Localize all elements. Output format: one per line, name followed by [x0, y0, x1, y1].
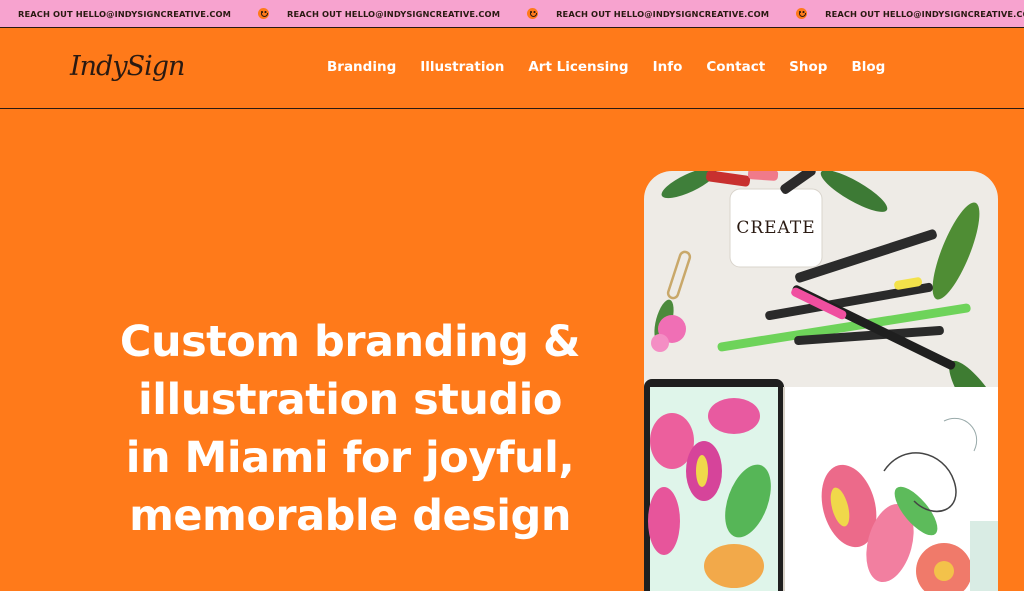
nav-contact[interactable]: Contact [706, 59, 765, 75]
ticker-item: REACH OUT HELLO@INDYSIGNCREATIVE.COM [269, 8, 539, 19]
site-header: IndySign Branding Illustration Art Licen… [0, 28, 1024, 109]
nav-branding[interactable]: Branding [327, 59, 396, 75]
ticker-item: REACH OUT HELLO@INDYSIGNCREATIVE.COM [807, 9, 1024, 19]
main-nav: Branding Illustration Art Licensing Info… [327, 59, 909, 75]
smiley-icon [258, 8, 270, 19]
smiley-icon [796, 8, 808, 19]
smiley-icon [527, 8, 539, 19]
nav-blog[interactable]: Blog [851, 59, 885, 75]
nav-info[interactable]: Info [653, 59, 683, 75]
ticker-text[interactable]: REACH OUT HELLO@INDYSIGNCREATIVE.COM [18, 9, 231, 19]
ticker-text[interactable]: REACH OUT HELLO@INDYSIGNCREATIVE.COM [556, 9, 769, 19]
hero-headline: Custom branding & illustration studio in… [60, 313, 640, 545]
site-logo[interactable]: IndySign [70, 51, 185, 82]
mug-label: CREATE [736, 218, 815, 238]
desk-illustration-photo: CREATE [644, 171, 998, 591]
nav-art-licensing[interactable]: Art Licensing [528, 59, 628, 75]
hero-photo: CREATE [644, 171, 998, 591]
contact-ticker[interactable]: REACH OUT HELLO@INDYSIGNCREATIVE.COM REA… [0, 0, 1024, 28]
nav-shop[interactable]: Shop [789, 59, 827, 75]
ticker-item: REACH OUT HELLO@INDYSIGNCREATIVE.COM [538, 8, 808, 19]
ticker-item: REACH OUT HELLO@INDYSIGNCREATIVE.COM [0, 8, 270, 19]
headline-line: illustration studio [138, 375, 562, 425]
headline-line: memorable design [129, 491, 571, 541]
headline-line: Custom branding & [119, 317, 581, 367]
nav-illustration[interactable]: Illustration [420, 59, 504, 75]
headline-line: in Miami for joyful, [125, 433, 575, 483]
ticker-text[interactable]: REACH OUT HELLO@INDYSIGNCREATIVE.COM [825, 9, 1024, 19]
ticker-text[interactable]: REACH OUT HELLO@INDYSIGNCREATIVE.COM [287, 9, 500, 19]
